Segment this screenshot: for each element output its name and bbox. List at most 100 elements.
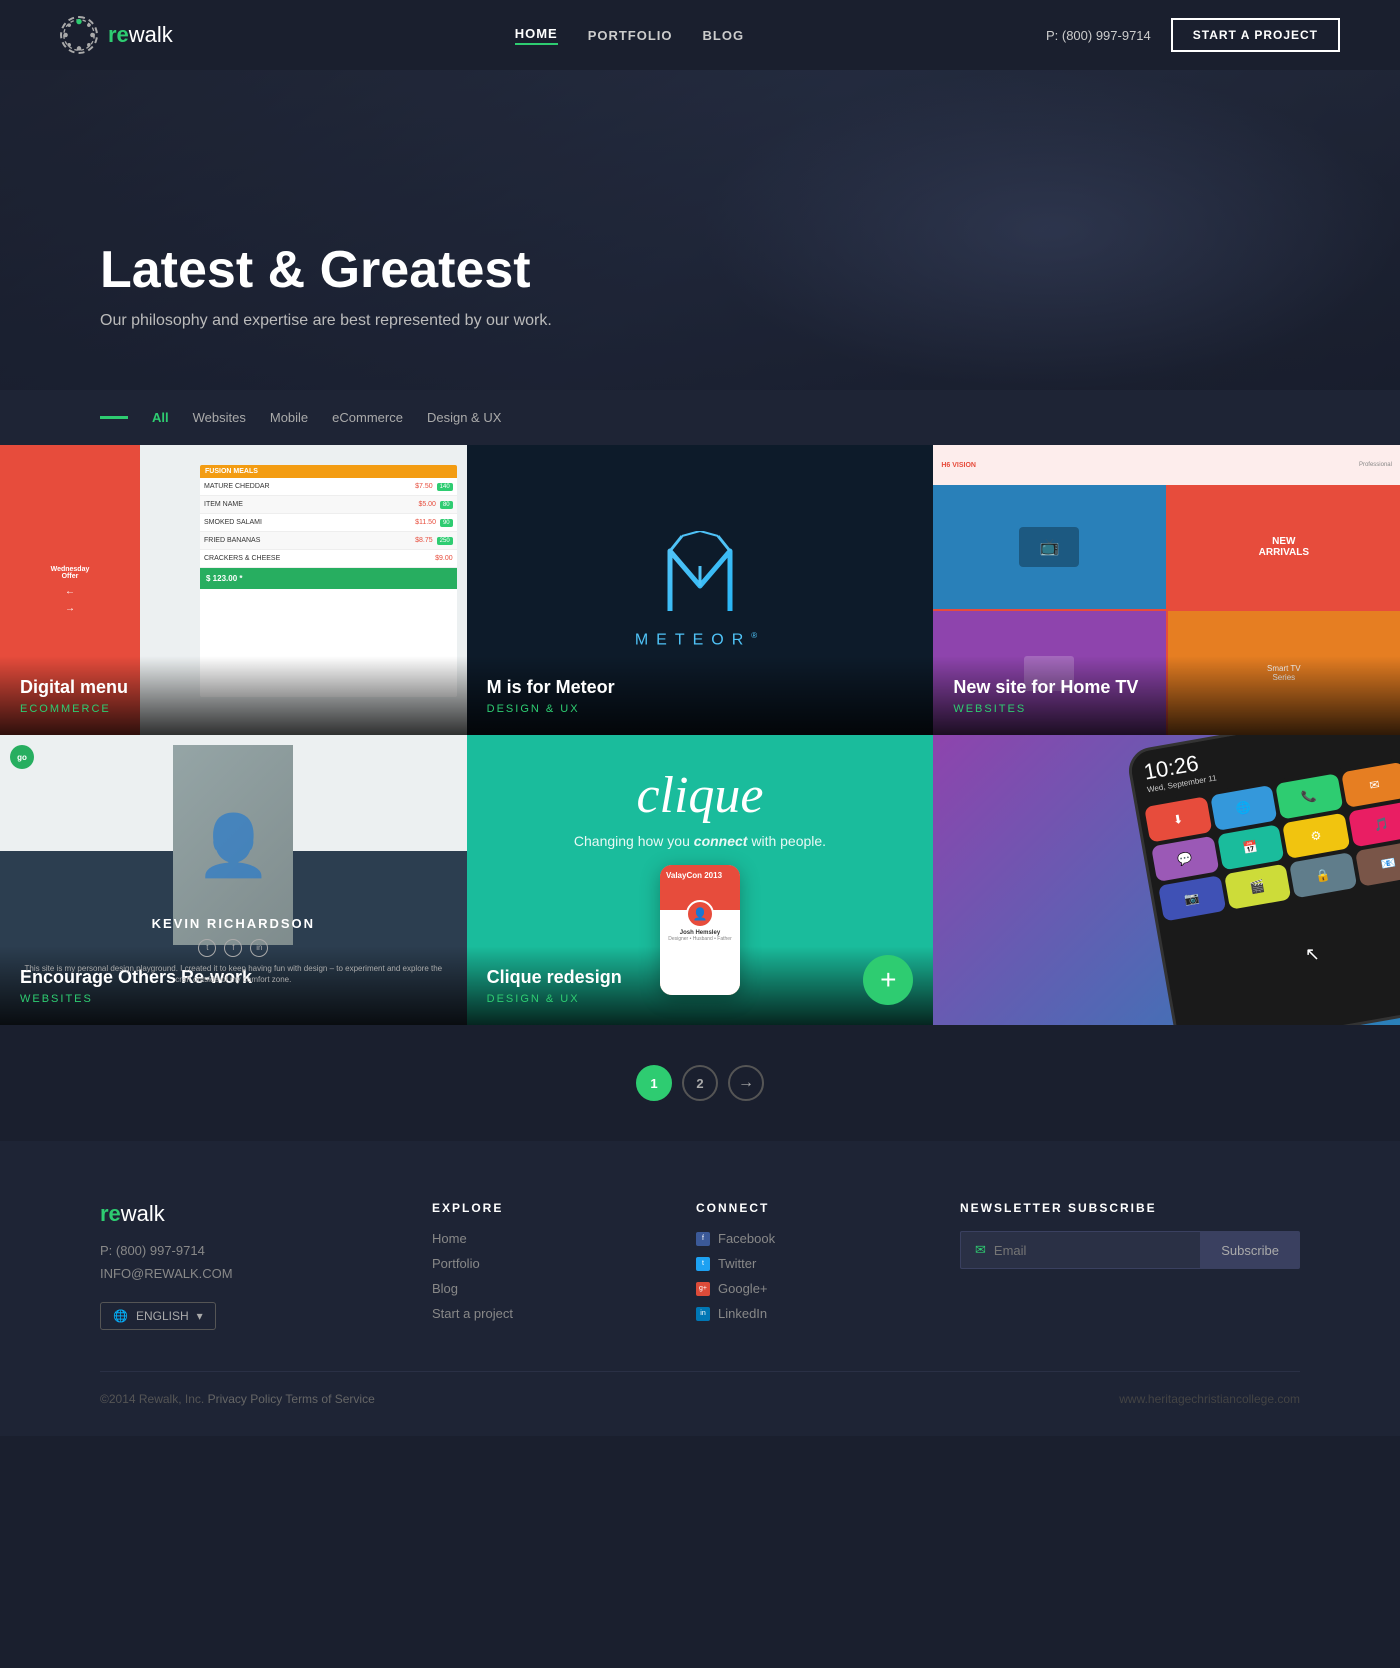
app-icon-8: 🎵	[1348, 801, 1400, 847]
app-icon-7: ⚙	[1282, 813, 1350, 859]
footer-link-blog[interactable]: Blog	[432, 1281, 636, 1296]
logo-area: rewalk	[60, 16, 173, 54]
linkedin-icon: in	[696, 1307, 710, 1321]
app-icon-2: 🌐	[1210, 785, 1278, 831]
logo-icon	[60, 16, 98, 54]
portfolio-item-kevin[interactable]: go 👤 KEVIN RICHARDSON t f in This site i…	[0, 735, 467, 1025]
globe-icon: 🌐	[113, 1309, 128, 1323]
logo-walk: walk	[129, 22, 173, 47]
footer: rewalk P: (800) 997-9714 INFO@REWALK.COM…	[0, 1141, 1400, 1436]
hero-subtitle: Our philosophy and expertise are best re…	[100, 312, 1300, 330]
footer-bottom: ©2014 Rewalk, Inc. Privacy Policy Terms …	[100, 1371, 1300, 1406]
meteor-m-logo	[660, 531, 740, 621]
clique-subtitle: Changing how you connect with people.	[574, 833, 826, 849]
page-1-button[interactable]: 1	[636, 1065, 672, 1101]
item-title-digital-menu: Digital menu	[20, 676, 447, 699]
item-cat-kevin: WEBSITES	[20, 993, 447, 1005]
footer-linkedin-link[interactable]: in LinkedIn	[696, 1306, 900, 1321]
footer-explore-title: EXPLORE	[432, 1201, 636, 1215]
app-icon-3: 📞	[1275, 773, 1343, 819]
email-input[interactable]	[994, 1243, 1186, 1258]
logo-text[interactable]: rewalk	[108, 22, 173, 48]
portfolio-item-home-tv[interactable]: H6 VISION Professional 📺 NEWARRIVALS Sma…	[933, 445, 1400, 735]
meteor-brand-text: METEOR®	[635, 631, 765, 649]
footer-explore-col: EXPLORE Home Portfolio Blog Start a proj…	[432, 1201, 636, 1331]
cursor-icon: ↖	[1305, 944, 1320, 965]
facebook-icon: f	[696, 1232, 710, 1246]
filter-accent	[100, 416, 128, 419]
portfolio-item-digital-menu[interactable]: WednesdayOffer ← → FUSION MEALS MATURE C…	[0, 445, 467, 735]
app-icon-1: ⬇	[1144, 796, 1212, 842]
hero-section: Latest & Greatest Our philosophy and exp…	[0, 70, 1400, 390]
clique-phone-mockup: ValayCon 2013 👤 Josh Hemsley Designer • …	[660, 865, 740, 995]
filter-mobile[interactable]: Mobile	[270, 410, 308, 425]
kevin-social-1: t	[198, 939, 216, 957]
portfolio-grid: WednesdayOffer ← → FUSION MEALS MATURE C…	[0, 445, 1400, 1025]
footer-link-home[interactable]: Home	[432, 1231, 636, 1246]
footer-link-start[interactable]: Start a project	[432, 1306, 636, 1321]
twitter-icon: t	[696, 1257, 710, 1271]
app-icon-5: 💬	[1151, 836, 1219, 882]
filter-websites[interactable]: Websites	[193, 410, 246, 425]
footer-facebook-link[interactable]: f Facebook	[696, 1231, 900, 1246]
footer-lang-selector[interactable]: 🌐 ENGLISH ▾	[100, 1302, 216, 1330]
subscribe-button[interactable]: Subscribe	[1200, 1231, 1300, 1269]
header: rewalk HOME PORTFOLIO BLOG P: (800) 997-…	[0, 0, 1400, 70]
filter-bar: All Websites Mobile eCommerce Design & U…	[0, 390, 1400, 445]
header-phone: P: (800) 997-9714	[1046, 28, 1151, 43]
main-nav: HOME PORTFOLIO BLOG	[515, 26, 744, 45]
footer-googleplus-link[interactable]: g+ Google+	[696, 1281, 900, 1296]
footer-newsletter-title: NEWSLETTER SUBSCRIBE	[960, 1201, 1300, 1215]
footer-connect-title: CONNECT	[696, 1201, 900, 1215]
filter-ecommerce[interactable]: eCommerce	[332, 410, 403, 425]
footer-contact: P: (800) 997-9714 INFO@REWALK.COM	[100, 1239, 372, 1286]
app-icon-9: 📷	[1158, 875, 1226, 921]
clique-add-button[interactable]: +	[863, 955, 913, 1005]
email-envelope-icon: ✉	[975, 1242, 986, 1258]
filter-all[interactable]: All	[152, 410, 169, 425]
footer-newsletter-col: NEWSLETTER SUBSCRIBE ✉ Subscribe	[960, 1201, 1300, 1331]
chevron-down-icon: ▾	[197, 1309, 203, 1323]
nav-portfolio[interactable]: PORTFOLIO	[588, 28, 673, 43]
footer-logo: rewalk	[100, 1201, 372, 1227]
app-icon-11: 🔒	[1289, 852, 1357, 898]
app-icon-4: ✉	[1341, 762, 1400, 808]
page-next-button[interactable]: →	[728, 1065, 764, 1101]
kevin-social-3: in	[250, 939, 268, 957]
item-cat-digital-menu: ECOMMERCE	[20, 703, 447, 715]
clique-title: clique	[636, 766, 763, 825]
app-icon-10: 🎬	[1224, 864, 1292, 910]
portfolio-item-htc[interactable]: 10:26 Wed, September 11 ⬇ 🌐 📞 ✉ 💬 📅 ⚙ 🎵 …	[933, 735, 1400, 1025]
footer-copyright: ©2014 Rewalk, Inc. Privacy Policy Terms …	[100, 1392, 375, 1406]
googleplus-icon: g+	[696, 1282, 710, 1296]
item-cat-home-tv: WEBSITES	[953, 703, 1380, 715]
pagination: 1 2 →	[0, 1025, 1400, 1141]
lang-label: ENGLISH	[136, 1309, 189, 1323]
item-title-meteor: M is for Meteor	[487, 676, 914, 699]
item-cat-meteor: DESIGN & UX	[487, 703, 914, 715]
footer-link-portfolio[interactable]: Portfolio	[432, 1256, 636, 1271]
portfolio-item-clique[interactable]: clique Changing how you connect with peo…	[467, 735, 934, 1025]
start-project-button[interactable]: START A PROJECT	[1171, 18, 1340, 52]
app-icon-6: 📅	[1217, 824, 1285, 870]
footer-terms-link[interactable]: Terms of Service	[285, 1392, 374, 1406]
footer-url: www.heritagechristiancollege.com	[1119, 1392, 1300, 1406]
app-icon-12: 📧	[1354, 841, 1399, 887]
portfolio-item-meteor[interactable]: METEOR® M is for Meteor DESIGN & UX	[467, 445, 934, 735]
footer-brand-col: rewalk P: (800) 997-9714 INFO@REWALK.COM…	[100, 1201, 372, 1331]
nav-home[interactable]: HOME	[515, 26, 558, 45]
nav-blog[interactable]: BLOG	[703, 28, 745, 43]
footer-privacy-link[interactable]: Privacy Policy	[208, 1392, 283, 1406]
tv-browser-bar: H6 VISION Professional	[933, 445, 1400, 485]
newsletter-form: ✉ Subscribe	[960, 1231, 1300, 1269]
hero-title: Latest & Greatest	[100, 240, 1300, 300]
header-right: P: (800) 997-9714 START A PROJECT	[1046, 18, 1340, 52]
footer-twitter-link[interactable]: t Twitter	[696, 1256, 900, 1271]
page-2-button[interactable]: 2	[682, 1065, 718, 1101]
logo-re: re	[108, 22, 129, 47]
filter-design-ux[interactable]: Design & UX	[427, 410, 501, 425]
kevin-name: KEVIN RICHARDSON	[0, 916, 467, 931]
kevin-social-2: f	[224, 939, 242, 957]
footer-connect-col: CONNECT f Facebook t Twitter g+ Google+ …	[696, 1201, 900, 1331]
item-title-home-tv: New site for Home TV	[953, 676, 1380, 699]
